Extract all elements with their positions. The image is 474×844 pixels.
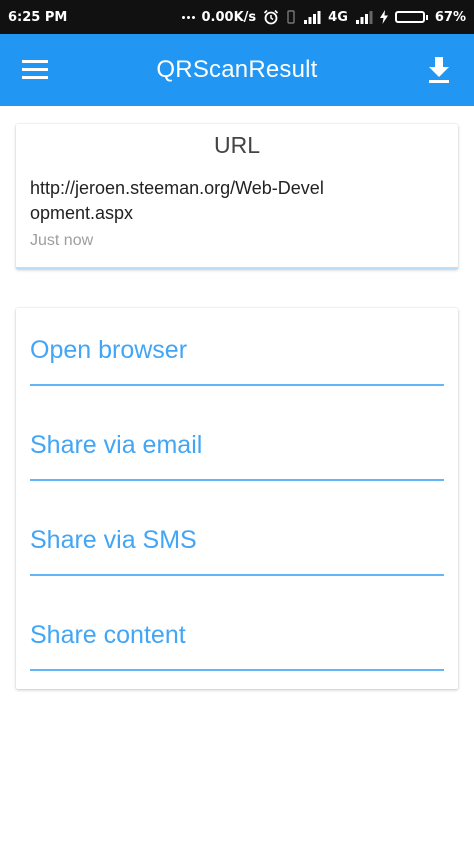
status-icons: 0.00K/s 4G 67% <box>181 9 466 25</box>
result-text[interactable]: http://jeroen.steeman.org/Web-Developmen… <box>30 176 330 226</box>
action-underline <box>30 479 444 481</box>
status-bar: 6:25 PM 0.00K/s 4G 67% <box>0 0 474 34</box>
action-label: Share via SMS <box>30 526 197 554</box>
result-card: URL http://jeroen.steeman.org/Web-Develo… <box>16 124 458 269</box>
actions-card: Open browser Share via email Share via S… <box>16 308 458 689</box>
share-content-button[interactable]: Share content <box>30 593 444 688</box>
app-bar: QRScanResult <box>0 34 474 106</box>
vibrate-icon <box>286 10 296 24</box>
action-underline <box>30 669 444 671</box>
battery-icon <box>394 11 428 23</box>
action-label: Share content <box>30 621 186 649</box>
status-time: 6:25 PM <box>8 9 68 25</box>
result-time: Just now <box>30 232 94 249</box>
hamburger-menu-icon[interactable] <box>22 58 50 82</box>
action-label: Open browser <box>30 336 188 364</box>
card-accent-line <box>16 267 458 269</box>
action-underline <box>30 574 444 576</box>
action-label: Share via email <box>30 431 203 459</box>
action-underline <box>30 384 444 386</box>
share-sms-button[interactable]: Share via SMS <box>30 498 444 593</box>
signal-icon <box>303 10 321 24</box>
charging-icon <box>379 10 388 24</box>
app-title: QRScanResult <box>156 56 318 83</box>
battery-percent: 67% <box>434 9 466 25</box>
network-speed: 0.00K/s <box>201 9 257 25</box>
share-email-button[interactable]: Share via email <box>30 403 444 498</box>
alarm-icon <box>263 9 279 25</box>
network-type: 4G <box>328 9 348 25</box>
more-notifications-icon <box>181 15 195 19</box>
open-browser-button[interactable]: Open browser <box>30 308 444 403</box>
download-icon[interactable] <box>424 54 454 86</box>
result-type: URL <box>213 132 260 158</box>
signal-icon-secondary <box>355 10 373 24</box>
